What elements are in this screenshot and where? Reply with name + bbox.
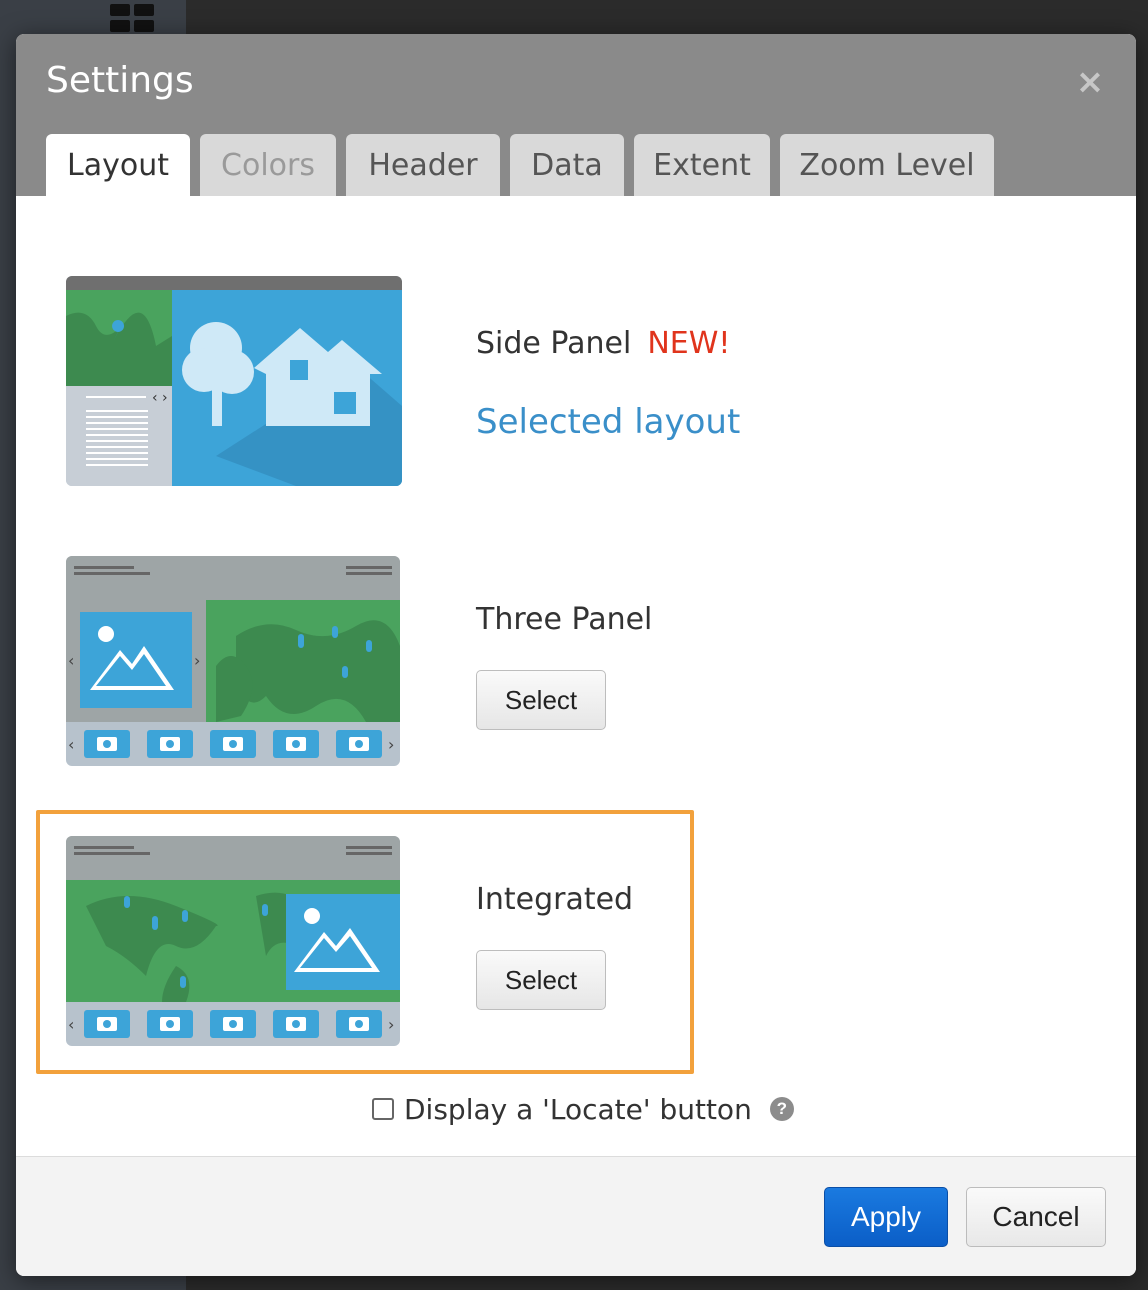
settings-dialog: Settings × Layout Colors Header Data Ext… xyxy=(16,34,1136,1276)
locate-option: Display a 'Locate' button ? xyxy=(372,1092,794,1126)
dialog-header: Settings × Layout Colors Header Data Ext… xyxy=(16,34,1136,196)
highlight-annotation xyxy=(36,810,694,1074)
side-panel-preview-icon: ‹ › xyxy=(66,276,402,486)
layout-title-side-panel: Side Panel NEW! xyxy=(476,326,730,361)
dialog-title: Settings xyxy=(46,60,194,101)
tab-colors[interactable]: Colors xyxy=(200,134,336,196)
selected-layout-label: Selected layout xyxy=(476,402,741,442)
three-panel-preview-icon: ‹ › ‹ › xyxy=(66,556,400,766)
svg-text:‹ ›: ‹ › xyxy=(152,390,168,406)
three-panel-thumbnail[interactable]: ‹ › ‹ › xyxy=(66,556,400,766)
dialog-footer: Apply Cancel xyxy=(16,1156,1136,1276)
tab-header[interactable]: Header xyxy=(346,134,500,196)
svg-text:‹: ‹ xyxy=(68,651,74,670)
tab-zoom-level[interactable]: Zoom Level xyxy=(780,134,994,196)
new-badge: NEW! xyxy=(647,326,731,361)
grid-icon xyxy=(110,4,154,34)
tab-layout[interactable]: Layout xyxy=(46,134,190,196)
locate-label: Display a 'Locate' button xyxy=(404,1092,752,1126)
cancel-button[interactable]: Cancel xyxy=(966,1187,1106,1247)
apply-button[interactable]: Apply xyxy=(824,1187,948,1247)
layout-name: Side Panel xyxy=(476,326,632,361)
locate-checkbox[interactable] xyxy=(372,1098,394,1120)
tab-extent[interactable]: Extent xyxy=(634,134,770,196)
help-icon[interactable]: ? xyxy=(769,1097,794,1121)
side-panel-thumbnail[interactable]: ‹ › xyxy=(66,276,402,486)
select-three-panel-button[interactable]: Select xyxy=(476,670,606,730)
svg-text:›: › xyxy=(194,651,200,670)
svg-text:‹: ‹ xyxy=(68,735,74,754)
svg-text:›: › xyxy=(388,735,394,754)
close-icon[interactable]: × xyxy=(1072,64,1108,100)
layout-title-three-panel: Three Panel xyxy=(476,602,653,637)
tab-data[interactable]: Data xyxy=(510,134,624,196)
